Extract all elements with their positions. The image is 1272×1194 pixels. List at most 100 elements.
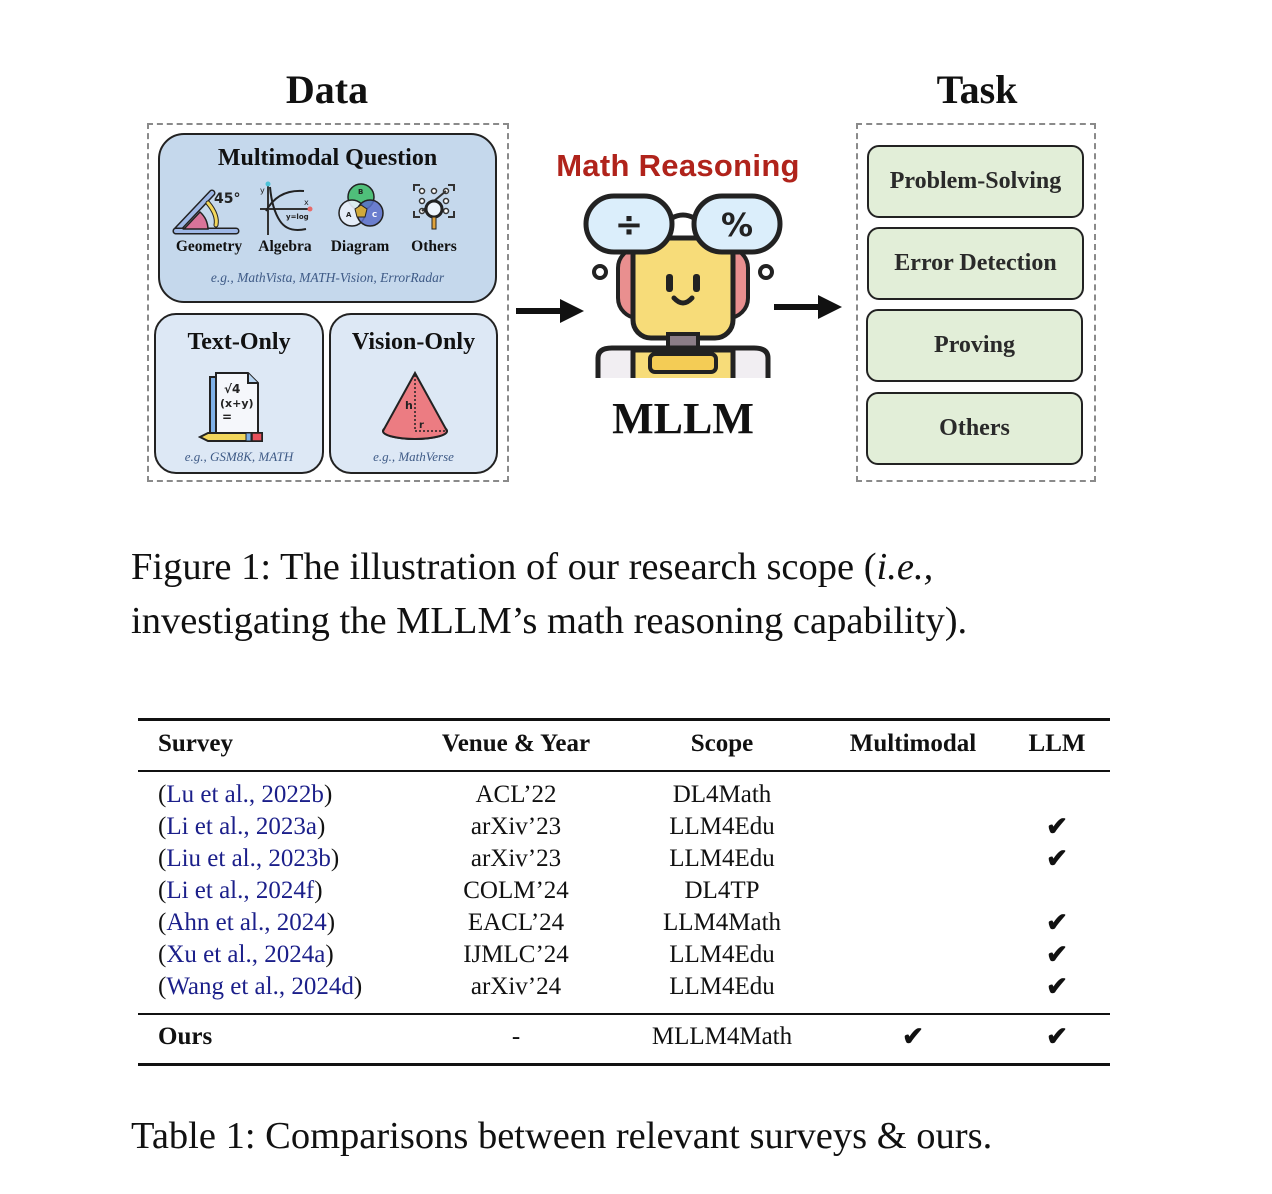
header-survey: Survey: [158, 730, 233, 757]
header-llm: LLM: [1028, 730, 1086, 757]
task-section-title: Task: [936, 67, 1018, 112]
table-bottom-rule: [138, 1063, 1110, 1066]
survey-citation[interactable]: (Li et al., 2023a): [158, 813, 325, 841]
text-only-box: Text-Only √4 (x+y) = e.g., GSM8K, MATH: [154, 313, 324, 474]
math-reasoning-label: Math Reasoning: [556, 148, 800, 183]
table-ours-rule: [138, 1013, 1110, 1015]
ours-venue: -: [511, 1023, 521, 1050]
citation-link[interactable]: Liu et al., 2023b: [166, 845, 331, 872]
ours-survey: Ours: [158, 1023, 213, 1050]
citation-link[interactable]: Lu et al., 2022b: [166, 781, 324, 808]
llm-check-icon: ✔: [1046, 844, 1068, 873]
venue-year: COLM’24: [463, 877, 569, 904]
citation-link[interactable]: Wang et al., 2024d: [166, 973, 354, 1000]
arrow-right-icon: [516, 299, 584, 323]
venue-year: arXiv’24: [470, 973, 562, 1000]
survey-citation[interactable]: (Ahn et al., 2024): [158, 909, 335, 937]
task-error-detection: Error Detection: [867, 227, 1084, 300]
ours-llm-check-icon: ✔: [1046, 1022, 1068, 1051]
paren-close: ): [323, 781, 333, 808]
survey-citation[interactable]: (Liu et al., 2023b): [158, 845, 339, 873]
svg-text:y=log: y=log: [286, 213, 309, 221]
venue-year: ACL’22: [475, 781, 557, 808]
figure-caption: Figure 1: The illustration of our resear…: [131, 540, 1131, 648]
formula-equals: =: [222, 410, 232, 424]
figure-caption-line1: Figure 1: The illustration of our resear…: [131, 546, 877, 588]
category-geometry: Geometry: [175, 238, 243, 255]
scan-magnifier-icon: [413, 184, 455, 230]
citation-link[interactable]: Ahn et al., 2024: [166, 909, 326, 936]
task-others: Others: [866, 392, 1083, 465]
scope: DL4TP: [684, 877, 760, 904]
citation-link[interactable]: Li et al., 2023a: [166, 813, 317, 840]
percent-glyph: %: [721, 206, 753, 244]
paren-close: ): [325, 941, 334, 968]
table-caption: Table 1: Comparisons between relevant su…: [131, 1115, 993, 1157]
cone-height-label: h: [405, 399, 413, 412]
llm-check-icon: ✔: [1046, 908, 1068, 937]
paren-close: ): [353, 973, 363, 1000]
scope: LLM4Edu: [669, 813, 775, 840]
svg-text:A: A: [346, 211, 352, 219]
venue-year: EACL’24: [467, 909, 565, 936]
scope: LLM4Edu: [669, 973, 775, 1000]
text-only-examples: e.g., GSM8K, MATH: [184, 449, 294, 464]
svg-text:y: y: [260, 186, 265, 195]
vision-only-title: Vision-Only: [351, 329, 476, 355]
text-only-title: Text-Only: [187, 329, 291, 355]
category-diagram: Diagram: [330, 238, 390, 255]
cone-icon: h r: [381, 370, 449, 440]
paren-close: ): [326, 909, 336, 936]
venue-year: IJMLC’24: [463, 941, 569, 968]
multimodal-examples: e.g., MathVista, MATH-Vision, ErrorRadar: [210, 270, 445, 285]
data-section-title: Data: [285, 67, 369, 112]
survey-citation[interactable]: (Wang et al., 2024d): [158, 973, 362, 1001]
scope: LLM4Edu: [669, 845, 775, 872]
scope: DL4Math: [672, 781, 772, 808]
citation-link[interactable]: Xu et al., 2024a: [166, 941, 325, 968]
figure-caption-line2: investigating the MLLM’s math reasoning …: [131, 600, 968, 642]
svg-text:C: C: [372, 211, 377, 219]
llm-check-icon: ✔: [1046, 812, 1068, 841]
venn-diagram-icon: B A C: [338, 183, 384, 227]
citation-link[interactable]: Li et al., 2024f: [166, 877, 314, 904]
svg-text:x: x: [304, 198, 309, 207]
ours-scope: MLLM4Math: [651, 1023, 793, 1050]
divide-glyph: ÷: [615, 205, 644, 245]
llm-check-icon: ✔: [1046, 972, 1068, 1001]
llm-check-icon: ✔: [1046, 940, 1068, 969]
ours-multimodal-check-icon: ✔: [902, 1022, 924, 1051]
task-problem-solving: Problem-Solving: [867, 145, 1084, 218]
header-venue-year: Venue & Year: [441, 730, 591, 757]
table-top-rule: [138, 718, 1110, 721]
algebra-graph-icon: y x y=log: [260, 181, 313, 235]
svg-text:B: B: [358, 188, 363, 196]
paren-close: ): [314, 877, 323, 904]
multimodal-question-title: Multimodal Question: [217, 145, 438, 171]
vision-only-box: Vision-Only h r e.g., MathVerse: [329, 313, 498, 474]
header-multimodal: Multimodal: [849, 730, 977, 757]
category-others: Others: [411, 238, 457, 255]
category-algebra: Algebra: [258, 238, 312, 255]
scope: LLM4Math: [662, 909, 782, 936]
cone-radius-label: r: [419, 420, 424, 431]
geometry-angle-text: 45°: [214, 191, 240, 207]
table-header-rule: [138, 770, 1110, 772]
vision-only-examples: e.g., MathVerse: [373, 449, 454, 464]
survey-citation[interactable]: (Li et al., 2024f): [158, 877, 323, 905]
survey-citation[interactable]: (Xu et al., 2024a): [158, 941, 334, 969]
geometry-protractor-icon: 45°: [172, 189, 240, 235]
figure-caption-ie: i.e.,: [876, 546, 934, 588]
task-proving: Proving: [866, 309, 1083, 382]
formula-sqrt: √4: [224, 382, 240, 396]
mllm-label: MLLM: [612, 394, 754, 443]
header-scope: Scope: [690, 730, 754, 757]
multimodal-question-box: Multimodal Question 45° y x y=log B A C: [158, 133, 497, 303]
survey-citation[interactable]: (Lu et al., 2022b): [158, 781, 332, 809]
paren-close: ): [316, 813, 326, 840]
formula-sum: (x+y): [220, 397, 254, 410]
venue-year: arXiv’23: [470, 813, 562, 840]
venue-year: arXiv’23: [470, 845, 562, 872]
robot-mllm-icon: ÷ %: [583, 193, 783, 378]
paren-close: ): [330, 845, 340, 872]
